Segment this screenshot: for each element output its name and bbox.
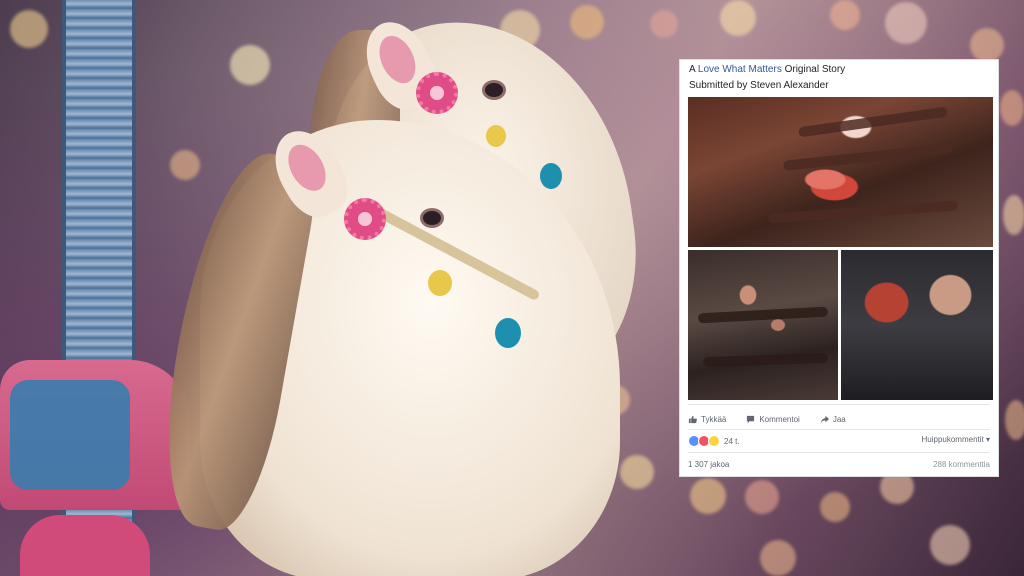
reaction-count: 24 t. bbox=[724, 436, 740, 446]
bokeh-light bbox=[230, 45, 270, 85]
horse-eye bbox=[482, 80, 506, 100]
share-button[interactable]: Jaa bbox=[820, 409, 846, 429]
bridle-gem-yellow bbox=[428, 270, 452, 296]
like-button[interactable]: Tykkää bbox=[688, 409, 726, 429]
submitted-by: Submitted by Steven Alexander bbox=[689, 80, 829, 91]
bokeh-light bbox=[970, 28, 1004, 62]
top-comments-dropdown[interactable]: Huippukommentit ▾ bbox=[922, 435, 991, 444]
bokeh-light bbox=[690, 478, 726, 514]
divider bbox=[688, 452, 990, 453]
story-prefix: A bbox=[689, 64, 698, 75]
bokeh-light bbox=[1003, 195, 1024, 235]
bokeh-light bbox=[830, 0, 860, 30]
comment-button[interactable]: Kommentoi bbox=[746, 409, 800, 429]
like-icon bbox=[688, 415, 697, 423]
horse-eye bbox=[420, 208, 444, 228]
haha-reaction-icon bbox=[708, 435, 720, 447]
comment-label: Kommentoi bbox=[759, 414, 800, 424]
saddle-blanket bbox=[10, 380, 130, 490]
bridle-gem-blue bbox=[495, 318, 521, 348]
bridle-gem-blue bbox=[540, 163, 562, 189]
divider bbox=[688, 429, 990, 430]
bokeh-light bbox=[930, 525, 970, 565]
bokeh-light bbox=[745, 480, 779, 514]
pink-ribbon bbox=[20, 515, 150, 576]
bokeh-light bbox=[885, 2, 927, 44]
bokeh-light bbox=[1005, 400, 1024, 440]
photo-ride-bottom-left[interactable] bbox=[688, 250, 838, 400]
bridle-gem-yellow bbox=[486, 125, 506, 147]
facebook-post-card: A Love What Matters Original Story Submi… bbox=[679, 59, 999, 477]
bokeh-light bbox=[760, 540, 796, 576]
share-icon bbox=[820, 415, 829, 423]
bokeh-light bbox=[570, 5, 604, 39]
post-actions: Tykkää Kommentoi Jaa bbox=[688, 409, 992, 429]
photo-grid bbox=[688, 97, 993, 400]
story-link[interactable]: Love What Matters bbox=[698, 64, 782, 75]
reaction-summary[interactable]: 24 t. bbox=[688, 434, 740, 448]
bokeh-light bbox=[10, 10, 48, 48]
bokeh-light bbox=[820, 492, 850, 522]
bokeh-light bbox=[170, 150, 200, 180]
bokeh-light bbox=[650, 10, 678, 38]
bridle-flower bbox=[416, 72, 458, 114]
divider bbox=[688, 404, 990, 405]
share-count[interactable]: 1 307 jakoa bbox=[688, 460, 729, 469]
bokeh-light bbox=[620, 455, 654, 489]
share-label: Jaa bbox=[832, 414, 846, 424]
bokeh-light bbox=[720, 0, 756, 36]
photo-selfie-bottom-right[interactable] bbox=[841, 250, 993, 400]
story-attribution: A Love What Matters Original Story bbox=[689, 64, 845, 75]
like-label: Tykkää bbox=[701, 414, 727, 424]
photo-ride-main[interactable] bbox=[688, 97, 993, 247]
bridle-flower bbox=[344, 198, 386, 240]
story-suffix: Original Story bbox=[781, 64, 846, 75]
bokeh-light bbox=[1000, 90, 1024, 126]
comment-icon bbox=[747, 415, 755, 423]
comment-count[interactable]: 288 kommenttia bbox=[933, 460, 990, 469]
